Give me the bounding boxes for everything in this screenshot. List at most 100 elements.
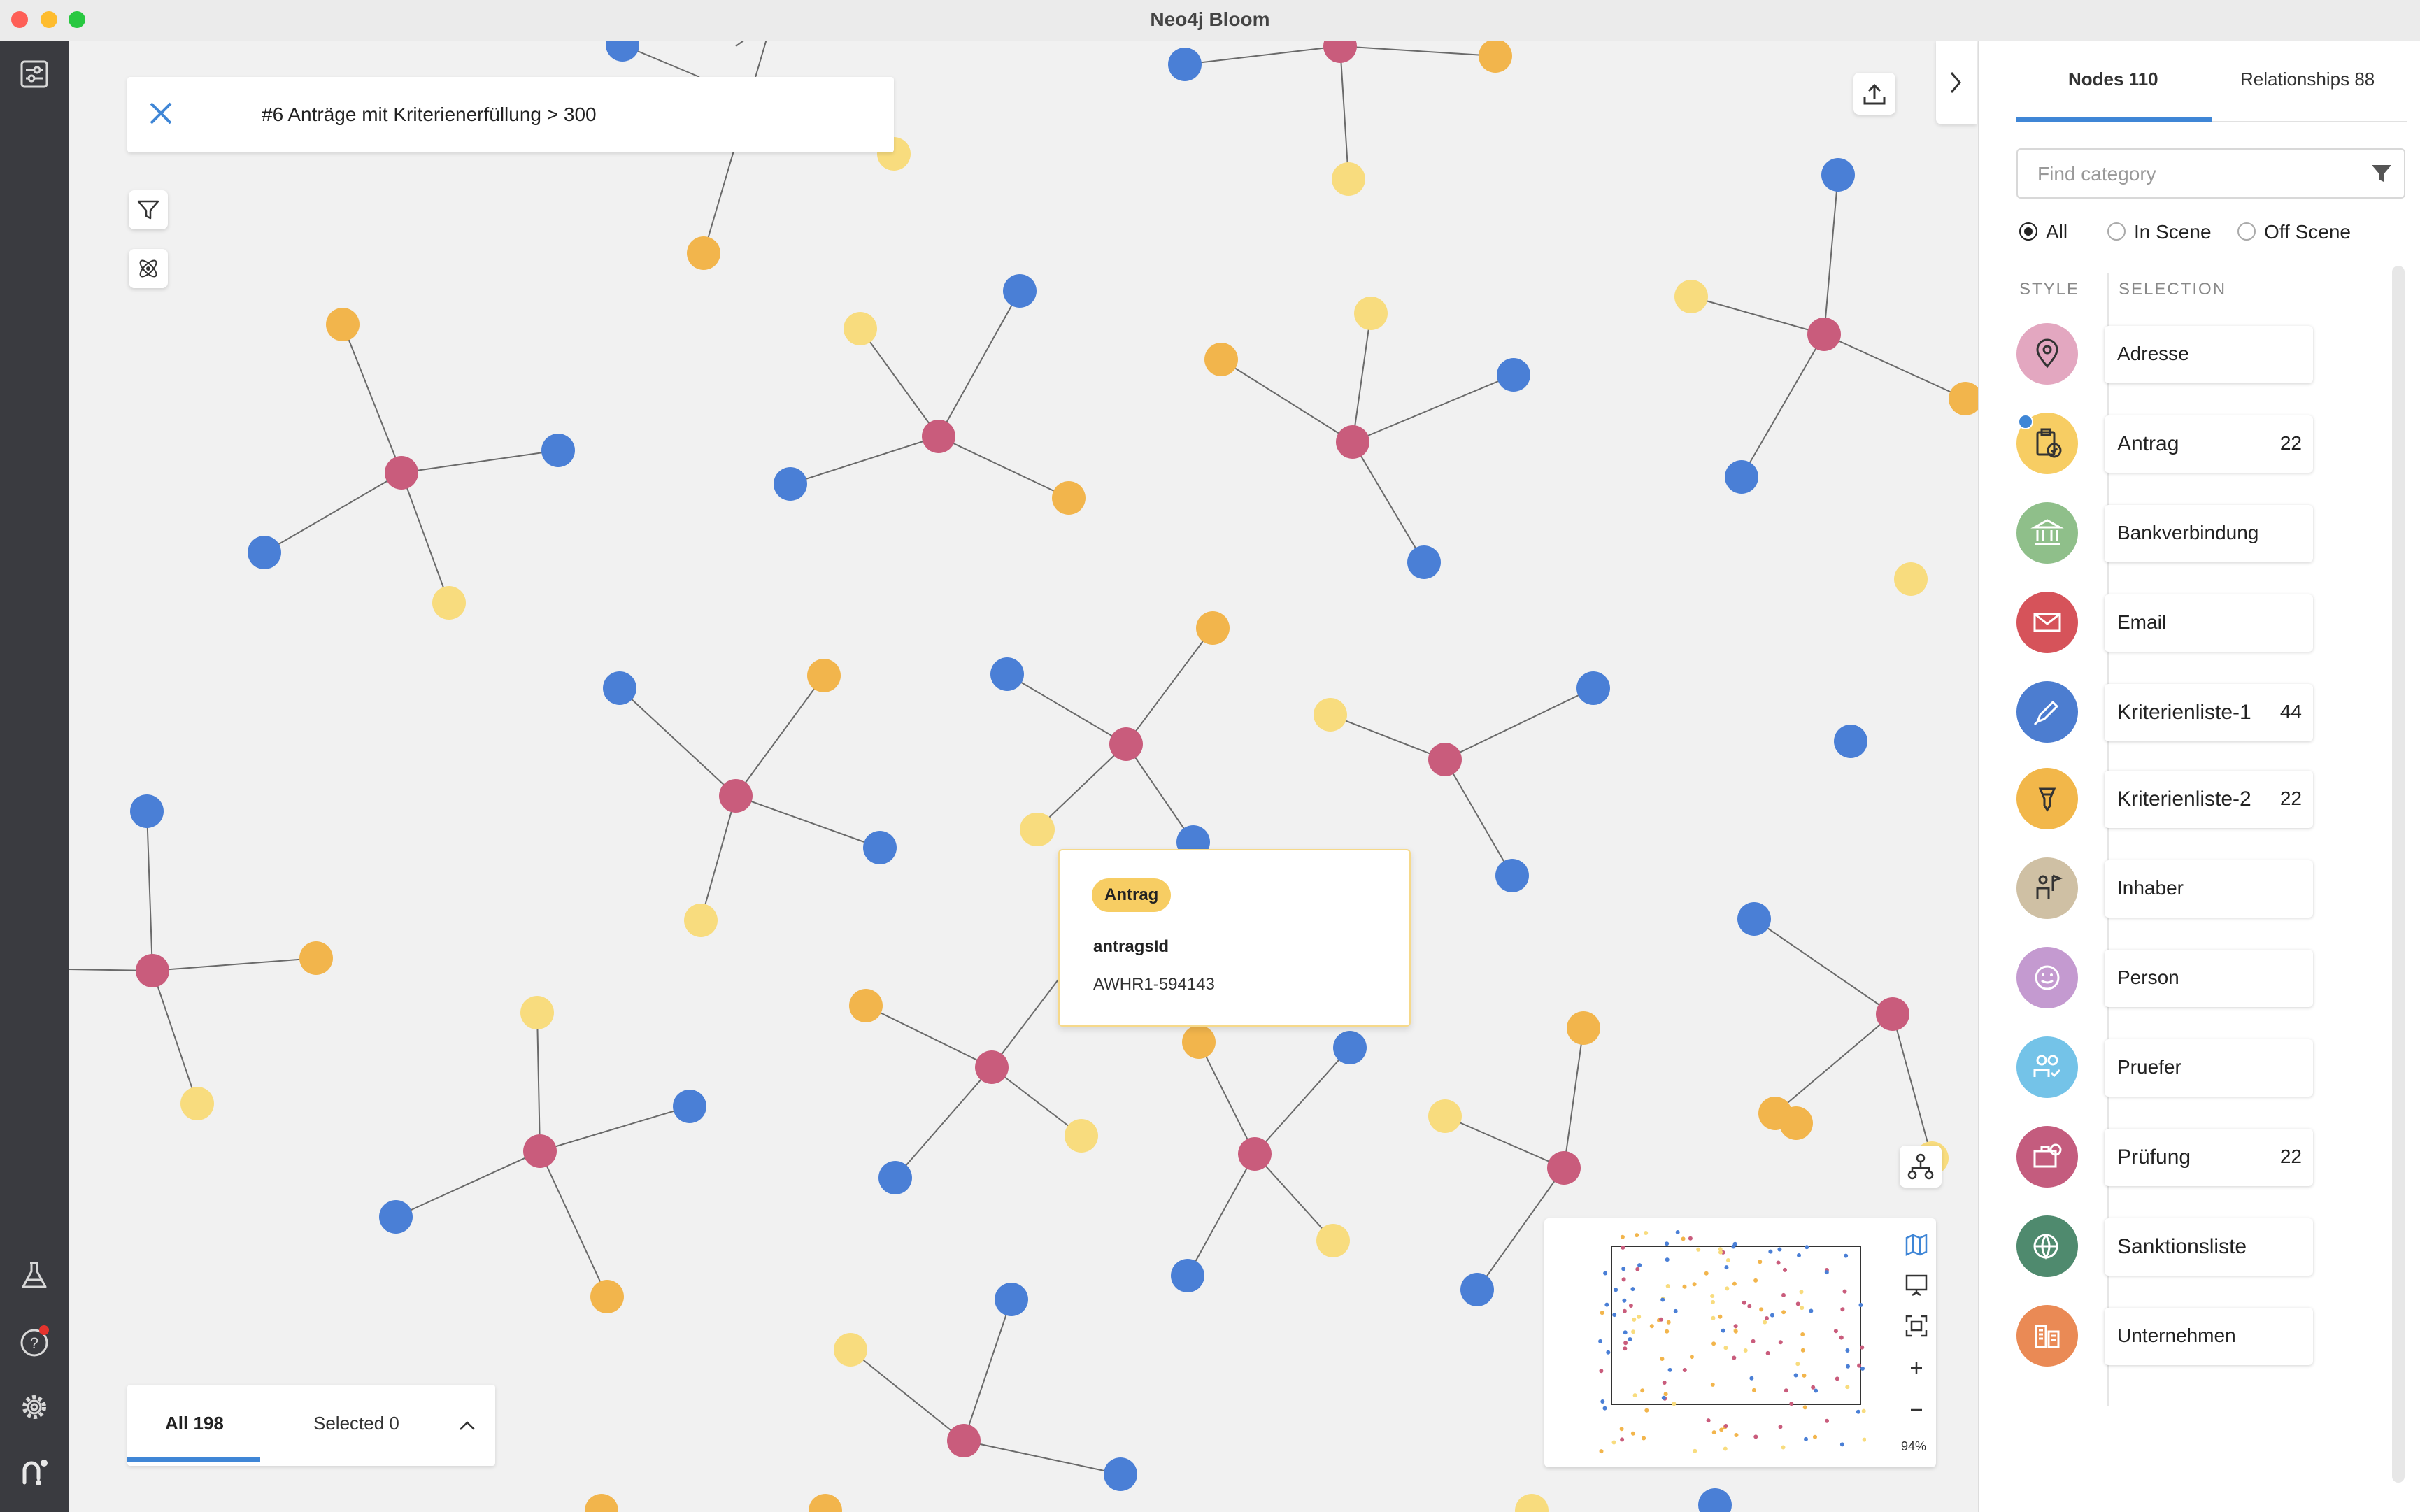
node[interactable]	[130, 794, 164, 828]
category-chip[interactable]: Kriterienliste-2 22	[2105, 771, 2313, 828]
node[interactable]	[432, 586, 466, 620]
relationship-edge[interactable]	[152, 970, 198, 1104]
category-row[interactable]: Person	[2016, 944, 2380, 1011]
relationship-edge[interactable]	[1198, 1041, 1255, 1155]
layout-button[interactable]	[1900, 1146, 1942, 1188]
export-button[interactable]	[1853, 73, 1895, 115]
category-row[interactable]: Bankverbindung	[2016, 499, 2380, 566]
node[interactable]	[1065, 1119, 1098, 1153]
node[interactable]	[1821, 158, 1855, 192]
relationship-edge[interactable]	[1187, 1153, 1255, 1276]
category-row[interactable]: Email	[2016, 589, 2380, 656]
node[interactable]	[1204, 343, 1238, 376]
relationship-edge[interactable]	[1254, 1047, 1351, 1155]
node[interactable]	[673, 1090, 706, 1123]
node[interactable]	[1407, 545, 1441, 579]
node[interactable]	[1052, 481, 1086, 515]
relationship-edge[interactable]	[1006, 673, 1127, 745]
node[interactable]	[807, 659, 841, 692]
node[interactable]	[603, 671, 636, 705]
graph-data-science-button[interactable]	[129, 249, 168, 288]
fit-to-screen-icon[interactable]	[1902, 1312, 1930, 1340]
relationship-edge[interactable]	[539, 1106, 690, 1152]
category-row[interactable]: Prüfung 22	[2016, 1123, 2380, 1190]
relationship-edge[interactable]	[1339, 45, 1496, 57]
node[interactable]	[1834, 725, 1867, 758]
antrag-node[interactable]	[1336, 425, 1369, 459]
node[interactable]	[687, 236, 720, 270]
node[interactable]	[1725, 460, 1758, 494]
node[interactable]	[1354, 297, 1388, 330]
node[interactable]	[1737, 902, 1771, 936]
zoom-out-icon[interactable]	[1902, 1396, 1930, 1424]
antrag-node[interactable]	[1428, 743, 1462, 776]
node[interactable]	[834, 1333, 867, 1367]
relationship-edge[interactable]	[1444, 759, 1513, 876]
selected-count-tab[interactable]: Selected 0	[313, 1413, 399, 1434]
graph-canvas[interactable]: #6 Anträge mit Kriterienerfüllung > 300 …	[69, 41, 1978, 1512]
globe-building-icon[interactable]	[2016, 1215, 2078, 1277]
relationship-edge[interactable]	[865, 1005, 992, 1068]
relationship-edge[interactable]	[539, 1150, 608, 1297]
node[interactable]	[1479, 41, 1512, 73]
relationship-edge[interactable]	[860, 328, 939, 437]
node[interactable]	[1460, 1273, 1494, 1306]
antrag-node[interactable]	[922, 420, 955, 453]
envelope-icon[interactable]	[2016, 592, 2078, 653]
filter-button[interactable]	[129, 190, 168, 229]
node[interactable]	[1168, 48, 1202, 81]
antrag-node[interactable]	[1323, 41, 1357, 63]
relationship-edge[interactable]	[1220, 359, 1353, 443]
relationship-edge[interactable]	[850, 1349, 965, 1441]
relationship-edge[interactable]	[1339, 45, 1349, 180]
all-count-tab[interactable]: All 198	[165, 1413, 224, 1434]
gear-icon[interactable]	[17, 1390, 51, 1424]
node[interactable]	[1495, 859, 1529, 892]
collapse-panel-button[interactable]	[1936, 41, 1977, 124]
relationship-edge[interactable]	[1753, 918, 1893, 1015]
relationship-edge[interactable]	[1563, 1027, 1584, 1169]
antrag-node[interactable]	[1876, 997, 1909, 1031]
node[interactable]	[684, 904, 718, 937]
person-flag-icon[interactable]	[2016, 857, 2078, 919]
relationship-edge[interactable]	[1892, 1013, 1933, 1159]
category-chip[interactable]: Adresse	[2105, 326, 2313, 383]
relationship-edge[interactable]	[1184, 45, 1341, 65]
node[interactable]	[1567, 1011, 1600, 1045]
node[interactable]	[849, 989, 883, 1022]
relationship-edge[interactable]	[536, 1012, 541, 1152]
node[interactable]	[1515, 1494, 1549, 1512]
relationship-edge[interactable]	[1444, 687, 1594, 760]
neo4j-logo-icon[interactable]	[17, 1455, 51, 1488]
relationship-edge[interactable]	[735, 795, 881, 848]
zoom-in-icon[interactable]	[1902, 1354, 1930, 1382]
antrag-node[interactable]	[136, 954, 169, 987]
relationship-edge[interactable]	[735, 675, 825, 797]
node[interactable]	[248, 536, 281, 569]
relationship-edge[interactable]	[152, 957, 317, 971]
relationship-edge[interactable]	[1352, 441, 1425, 563]
relationship-edge[interactable]	[395, 1150, 541, 1218]
relationship-edge[interactable]	[1036, 743, 1127, 830]
node[interactable]	[844, 312, 877, 345]
category-row[interactable]: Kriterienliste-1 44	[2016, 678, 2380, 746]
relationship-edge[interactable]	[1823, 334, 1966, 399]
relationship-edge[interactable]	[1823, 174, 1839, 335]
node[interactable]	[1698, 1488, 1732, 1512]
node[interactable]	[1333, 1031, 1367, 1064]
category-chip[interactable]: Pruefer	[2105, 1039, 2313, 1097]
pen-icon[interactable]	[2016, 681, 2078, 743]
close-icon[interactable]	[144, 97, 178, 130]
antrag-node[interactable]	[1807, 318, 1841, 351]
node[interactable]	[1894, 562, 1928, 596]
node[interactable]	[1497, 358, 1530, 392]
node[interactable]	[606, 41, 639, 62]
briefcase-check-icon[interactable]	[2016, 1126, 2078, 1188]
relationship-edge[interactable]	[963, 1299, 1012, 1441]
category-row[interactable]: Sanktionsliste	[2016, 1213, 2380, 1280]
category-chip[interactable]: Inhaber	[2105, 860, 2313, 918]
node[interactable]	[1428, 1099, 1462, 1133]
map-icon[interactable]	[1902, 1231, 1930, 1259]
category-row[interactable]: Kriterienliste-2 22	[2016, 765, 2380, 832]
minimap[interactable]: 94%	[1544, 1218, 1936, 1467]
